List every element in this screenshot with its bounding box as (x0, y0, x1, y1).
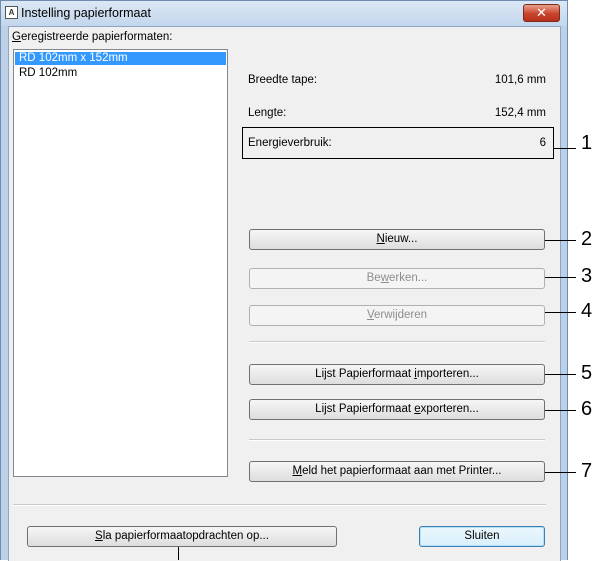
delete-button[interactable]: Verwijderen (249, 305, 545, 326)
tape-width-value: 101,6 mm (494, 74, 546, 86)
tape-width-label: Breedte tape: (248, 74, 318, 86)
callout-3: 3 (581, 265, 593, 287)
callout-line-3 (545, 277, 576, 278)
separator (13, 504, 546, 506)
edit-button[interactable]: Bewerken... (249, 268, 545, 289)
callout-4: 4 (581, 300, 593, 322)
callout-line-5 (545, 374, 576, 375)
callout-2: 2 (581, 228, 593, 250)
callout-5: 5 (581, 362, 593, 384)
paper-list-label: Geregistreerde papierformaten: (12, 31, 173, 43)
length-label: Lengte: (248, 107, 287, 119)
import-button[interactable]: Lijst Papierformaat importeren... (249, 364, 545, 385)
energy-label: Energieverbruik: (248, 137, 332, 149)
length-value: 152,4 mm (494, 107, 546, 119)
new-button[interactable]: Nieuw... (249, 229, 545, 250)
callout-1: 1 (581, 132, 593, 154)
callout-line-2 (545, 240, 576, 241)
separator (249, 439, 545, 441)
callout-line-4 (545, 312, 576, 313)
callout-line-6 (545, 410, 576, 411)
callout-line-7 (545, 472, 576, 473)
export-button[interactable]: Lijst Papierformaat exporteren... (249, 399, 545, 420)
close-icon[interactable]: ✕ (523, 4, 560, 22)
paper-size-listbox[interactable]: RD 102mm x 152mm RD 102mm (13, 49, 228, 477)
window-title: Instelling papierformaat (21, 6, 151, 20)
callout-line-8 (178, 547, 179, 560)
register-printer-button[interactable]: Meld het papierformaat aan met Printer..… (249, 461, 545, 482)
list-item[interactable]: RD 102mm (15, 67, 226, 80)
separator (249, 341, 545, 343)
callout-6: 6 (581, 398, 593, 420)
title-bar[interactable]: A Instelling papierformaat ✕ (1, 1, 567, 26)
callout-7: 7 (581, 460, 593, 482)
callout-line-1 (554, 148, 576, 149)
energy-value: 6 (539, 137, 546, 149)
save-commands-button[interactable]: Sla papierformaatopdrachten op... (27, 526, 337, 547)
list-item[interactable]: RD 102mm x 152mm (15, 52, 226, 65)
app-icon: A (5, 6, 18, 19)
close-button[interactable]: Sluiten (419, 526, 545, 547)
